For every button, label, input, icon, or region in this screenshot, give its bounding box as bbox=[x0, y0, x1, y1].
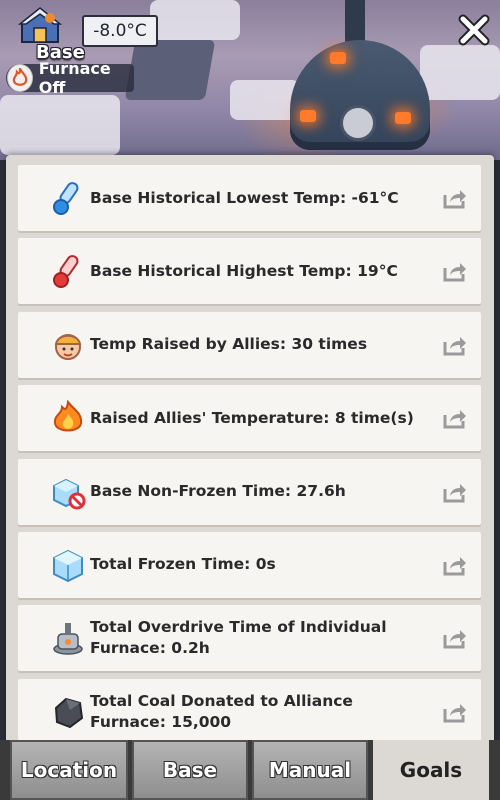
stats-list[interactable]: Base Historical Lowest Temp: -61°C Base … bbox=[18, 165, 481, 752]
stat-text: Base Historical Lowest Temp: -61°C bbox=[90, 188, 399, 207]
stat-text: Base Historical Highest Temp: 19°C bbox=[90, 261, 398, 280]
share-icon[interactable] bbox=[443, 407, 467, 429]
stat-text: Total Coal Donated to Alliance Furnace: … bbox=[90, 691, 353, 731]
gauge-icon bbox=[340, 105, 376, 141]
furnace-chimney bbox=[345, 0, 365, 45]
coal-icon bbox=[54, 697, 84, 728]
stat-row-non-frozen-time: Base Non-Frozen Time: 27.6h bbox=[18, 458, 481, 525]
furnace-status-label: Furnace Off bbox=[38, 59, 111, 97]
stat-row-overdrive-time: Total Overdrive Time of Individual Furna… bbox=[18, 605, 481, 672]
tab-bar: Location Base Manual Goals bbox=[0, 740, 500, 800]
temperature-readout: -8.0°C bbox=[82, 15, 158, 47]
tab-location[interactable]: Location bbox=[10, 740, 128, 800]
stat-row-highest-temp: Base Historical Highest Temp: 19°C bbox=[18, 238, 481, 305]
furnace-status[interactable]: Furnace Off bbox=[6, 59, 134, 97]
tab-base[interactable]: Base bbox=[132, 740, 248, 800]
stat-text: Total Overdrive Time of Individual Furna… bbox=[90, 618, 387, 658]
stat-row-frozen-time: Total Frozen Time: 0s bbox=[18, 531, 481, 598]
tab-goals[interactable]: Goals bbox=[373, 740, 489, 800]
fire-icon bbox=[53, 400, 83, 432]
stat-row-raised-allies: Raised Allies' Temperature: 8 time(s) bbox=[18, 385, 481, 452]
stat-text: Temp Raised by Allies: 30 times bbox=[90, 335, 368, 354]
stat-row-coal-donated: Total Coal Donated to Alliance Furnace: … bbox=[18, 678, 481, 745]
tab-manual[interactable]: Manual bbox=[252, 740, 368, 800]
share-icon[interactable] bbox=[443, 701, 467, 723]
stat-text: Base Non-Frozen Time: 27.6h bbox=[90, 482, 346, 501]
stat-row-raised-by-allies: Temp Raised by Allies: 30 times bbox=[18, 311, 481, 378]
house-icon bbox=[18, 7, 62, 43]
stat-text: Total Frozen Time: 0s bbox=[90, 555, 276, 574]
ice-cube-no-icon bbox=[53, 478, 86, 510]
share-icon[interactable] bbox=[443, 554, 467, 576]
stat-row-lowest-temp: Base Historical Lowest Temp: -61°C bbox=[18, 165, 481, 231]
share-icon[interactable] bbox=[443, 260, 467, 282]
thermometer-red-icon bbox=[53, 255, 79, 289]
thermometer-blue-icon bbox=[53, 182, 79, 215]
share-icon[interactable] bbox=[443, 334, 467, 356]
survivor-face-icon bbox=[54, 333, 82, 360]
furnace-icon bbox=[53, 623, 83, 656]
share-icon[interactable] bbox=[443, 627, 467, 649]
base-badge[interactable]: Base bbox=[14, 6, 85, 63]
stat-text: Raised Allies' Temperature: 8 time(s) bbox=[90, 408, 414, 427]
flame-icon bbox=[7, 64, 33, 92]
close-icon bbox=[458, 14, 490, 46]
share-icon[interactable] bbox=[443, 481, 467, 503]
close-button[interactable] bbox=[456, 12, 492, 48]
stats-panel: Base Historical Lowest Temp: -61°C Base … bbox=[6, 155, 494, 755]
share-icon[interactable] bbox=[443, 187, 467, 209]
ice-cube-icon bbox=[53, 549, 83, 583]
